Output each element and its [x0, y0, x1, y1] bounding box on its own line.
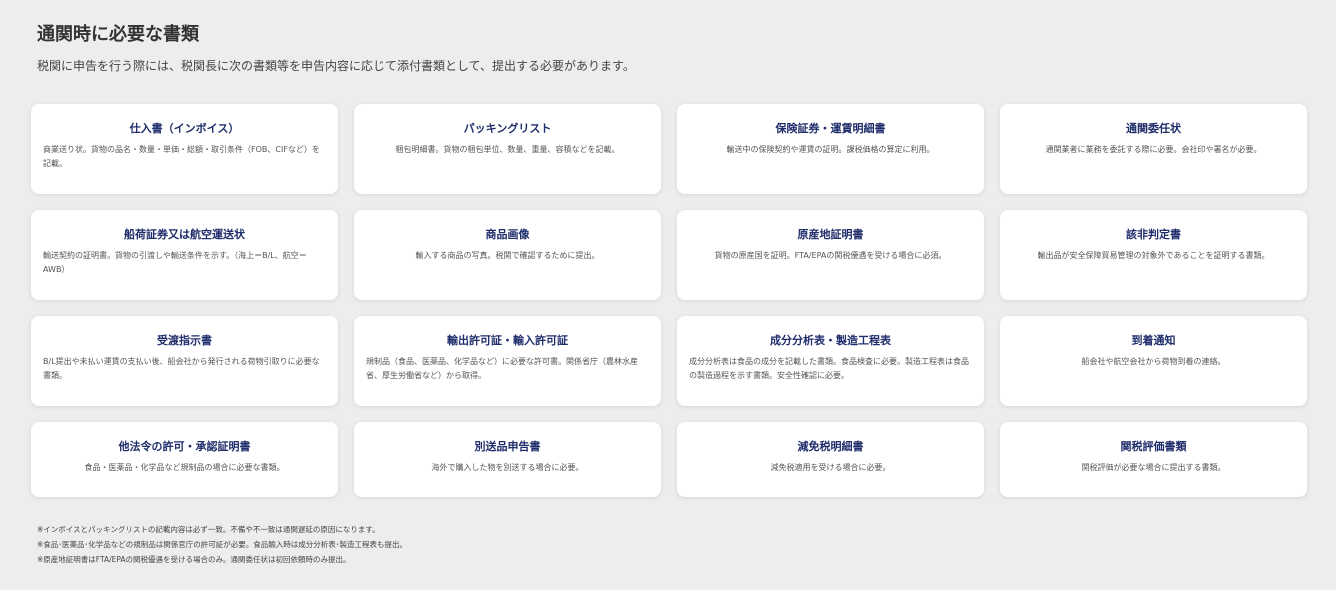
card-unaccompanied-baggage: 別送品申告書 海外で購入した物を別送する場合に必要。	[354, 422, 661, 497]
card-description: 食品・医薬品・化学品など規制品の場合に必要な書類。	[84, 463, 285, 472]
card-description: 輸送中の保険契約や運賃の証明。課税価格の算定に利用。	[726, 145, 935, 154]
card-description: 輸出品が安全保障貿易管理の対象外であることを証明する書類。	[1037, 251, 1270, 260]
card-description: 海外で購入した物を別送する場合に必要。	[431, 463, 584, 472]
card-power-of-attorney: 通関委任状 通関業者に業務を委託する際に必要。会社印や署名が必要。	[1000, 104, 1307, 194]
document-card-grid: 仕入書（インボイス） 商業送り状。貨物の品名・数量・単価・総額・取引条件（FOB…	[31, 104, 1308, 513]
card-title: 到着通知	[1131, 334, 1176, 347]
card-description: 船会社や航空会社から荷物到着の連絡。	[1081, 357, 1226, 366]
card-title: 通関委任状	[1126, 122, 1181, 135]
card-classification-certificate: 該非判定書 輸出品が安全保障貿易管理の対象外であることを証明する書類。	[1000, 210, 1307, 300]
card-packing-list: パッキングリスト 梱包明細書。貨物の梱包単位、数量、重量、容積などを記載。	[354, 104, 661, 194]
card-tax-exemption-statement: 減免税明細書 減免税適用を受ける場合に必要。	[677, 422, 984, 497]
card-customs-valuation: 関税評価書類 関税評価が必要な場合に提出する書類。	[1000, 422, 1307, 497]
footnote: ※原産地証明書はFTA/EPAの関税優遇を受ける場合のみ。通関委任状は初回依頼時…	[37, 555, 351, 564]
card-analysis-process-sheet: 成分分析表・製造工程表 成分分析表は食品の成分を記載した書類。食品検査に必要。製…	[677, 316, 984, 406]
card-certificate-of-origin: 原産地証明書 貨物の原産国を証明。FTA/EPAの関税優遇を受ける場合に必須。	[677, 210, 984, 300]
card-title: 関税評価書類	[1120, 440, 1187, 453]
card-export-import-permit: 輸出許可証・輸入許可証 規制品（食品、医薬品、化学品など）に必要な許可書。関係省…	[354, 316, 661, 406]
card-description: 商業送り状。貨物の品名・数量・単価・総額・取引条件（FOB、CIFなど）を記載。	[43, 145, 320, 168]
page-subtitle: 税関に申告を行う際には、税関長に次の書類等を申告内容に応じて添付書類として、提出…	[37, 59, 635, 73]
card-title: 原産地証明書	[797, 228, 864, 241]
card-description: 規制品（食品、医薬品、化学品など）に必要な許可書。関係省庁（農林水産省、厚生労働…	[366, 357, 638, 380]
card-title: 船荷証券又は航空運送状	[124, 228, 245, 241]
card-product-images: 商品画像 輸入する商品の写真。税関で確認するために提出。	[354, 210, 661, 300]
card-title: 他法令の許可・承認証明書	[118, 440, 251, 453]
card-invoice: 仕入書（インボイス） 商業送り状。貨物の品名・数量・単価・総額・取引条件（FOB…	[31, 104, 338, 194]
footnotes: ※インボイスとパッキングリストの記載内容は必ず一致。不備や不一致は通関遅延の原因…	[37, 522, 407, 567]
card-title: 減免税明細書	[797, 440, 864, 453]
card-title: 成分分析表・製造工程表	[770, 334, 891, 347]
card-title: 商品画像	[485, 228, 530, 241]
card-other-law-permit: 他法令の許可・承認証明書 食品・医薬品・化学品など規制品の場合に必要な書類。	[31, 422, 338, 497]
footnote: ※インボイスとパッキングリストの記載内容は必ず一致。不備や不一致は通関遅延の原因…	[37, 525, 380, 534]
card-description: 減免税適用を受ける場合に必要。	[770, 463, 891, 472]
card-title: 別送品申告書	[474, 440, 541, 453]
card-description: 関税評価が必要な場合に提出する書類。	[1081, 463, 1226, 472]
card-description: 貨物の原産国を証明。FTA/EPAの関税優遇を受ける場合に必須。	[714, 251, 947, 260]
card-description: 成分分析表は食品の成分を記載した書類。食品検査に必要。製造工程表は食品の製造過程…	[689, 357, 969, 380]
card-bill-of-lading: 船荷証券又は航空運送状 輸送契約の証明書。貨物の引渡しや輸送条件を示す。（海上＝…	[31, 210, 338, 300]
card-description: 輸送契約の証明書。貨物の引渡しや輸送条件を示す。（海上＝B/L、航空＝AWB）	[43, 251, 307, 274]
page: 通関時に必要な書類 税関に申告を行う際には、税関長に次の書類等を申告内容に応じて…	[0, 0, 1336, 590]
footnote: ※食品･医薬品･化学品などの規制品は関係官庁の許可証が必要。食品輸入時は成分分析…	[37, 540, 408, 549]
card-title: 該非判定書	[1126, 228, 1181, 241]
card-title: パッキングリスト	[463, 122, 552, 135]
card-arrival-notice: 到着通知 船会社や航空会社から荷物到着の連絡。	[1000, 316, 1307, 406]
card-description: 梱包明細書。貨物の梱包単位、数量、重量、容積などを記載。	[395, 145, 620, 154]
card-delivery-order: 受渡指示書 B/L提出や未払い運賃の支払い後、船会社から発行される荷物引取りに必…	[31, 316, 338, 406]
card-title: 仕入書（インボイス）	[129, 122, 240, 135]
card-title: 受渡指示書	[157, 334, 212, 347]
page-title: 通関時に必要な書類	[37, 24, 199, 45]
card-description: 輸入する商品の写真。税関で確認するために提出。	[415, 251, 600, 260]
card-description: 通関業者に業務を委託する際に必要。会社印や署名が必要。	[1045, 145, 1262, 154]
card-title: 保険証券・運賃明細書	[775, 122, 886, 135]
card-insurance-freight: 保険証券・運賃明細書 輸送中の保険契約や運賃の証明。課税価格の算定に利用。	[677, 104, 984, 194]
card-description: B/L提出や未払い運賃の支払い後、船会社から発行される荷物引取りに必要な書類。	[43, 357, 320, 380]
card-title: 輸出許可証・輸入許可証	[447, 334, 568, 347]
